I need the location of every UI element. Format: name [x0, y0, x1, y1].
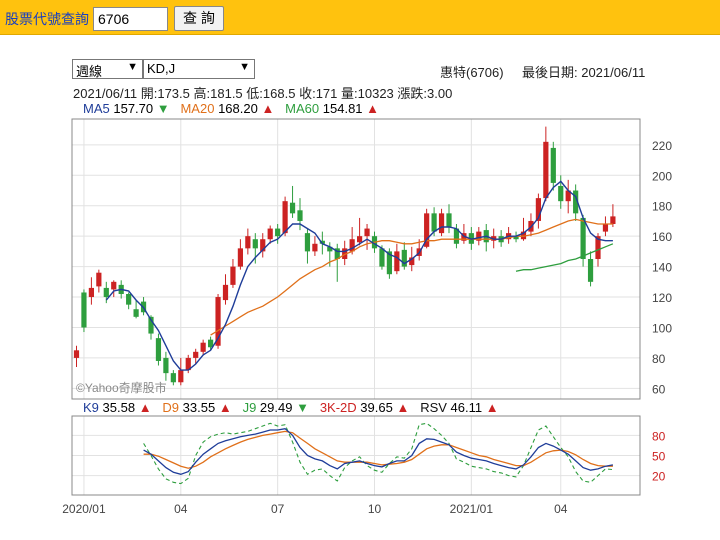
- candle-up: [111, 281, 117, 290]
- candle-up: [282, 201, 288, 234]
- candle-up: [438, 213, 445, 234]
- price-tick-label: 160: [652, 230, 672, 244]
- x-tick-label: 07: [271, 502, 285, 516]
- candle-up: [312, 243, 318, 252]
- candle-up: [200, 342, 206, 352]
- candle-down: [103, 287, 109, 298]
- candle-up: [178, 370, 184, 383]
- candle-up: [357, 236, 363, 243]
- candle-down: [252, 239, 258, 249]
- candle-down: [587, 259, 594, 282]
- x-tick-label: 2021/01: [450, 502, 494, 516]
- stock-chart: 60 80 100 120 140 160 180 200 220 20 50 80 2020/01 04…: [62, 118, 672, 516]
- j9-line: [143, 422, 613, 485]
- candle-up: [364, 228, 370, 237]
- price-tick-label: 140: [652, 261, 672, 275]
- candle-down: [155, 338, 162, 361]
- yahoo-watermark: ©Yahoo奇摩股市: [76, 380, 167, 395]
- candle-up: [245, 236, 251, 249]
- price-tick-label: 180: [652, 200, 672, 214]
- candle-down: [133, 309, 139, 317]
- x-tick-label: 10: [368, 502, 382, 516]
- candle-up: [96, 272, 102, 287]
- kd-lines: [143, 422, 614, 485]
- price-tick-label: 60: [652, 382, 666, 396]
- x-tick-label: 04: [174, 502, 188, 516]
- candle-up: [602, 224, 609, 232]
- candle-up: [610, 216, 616, 224]
- price-tick-label: 100: [652, 321, 672, 335]
- d9-line: [143, 430, 613, 469]
- candle-down: [126, 294, 132, 305]
- candles: [73, 126, 616, 386]
- candle-up: [543, 141, 549, 199]
- candle-up: [193, 351, 199, 358]
- candle-down: [304, 233, 311, 252]
- candle-up: [222, 284, 229, 301]
- price-tick-label: 120: [652, 291, 672, 305]
- candle-up: [237, 248, 243, 267]
- candle-down: [431, 213, 437, 232]
- candle-down: [550, 147, 556, 183]
- candle-up: [88, 287, 94, 298]
- candle-down: [379, 248, 385, 267]
- kd-tick-label: 50: [652, 450, 666, 464]
- candle-down: [580, 217, 586, 259]
- price-tick-label: 80: [652, 352, 666, 366]
- x-tick-label: 04: [554, 502, 568, 516]
- candle-down: [81, 292, 87, 328]
- kd-tick-label: 80: [652, 429, 666, 443]
- candle-up: [267, 228, 273, 240]
- candle-down: [170, 373, 176, 383]
- kd-tick-label: 20: [652, 470, 666, 484]
- candle-up: [73, 350, 80, 358]
- candle-down: [163, 357, 169, 374]
- candle-down: [275, 228, 281, 237]
- candle-down: [297, 210, 303, 221]
- candle-down: [446, 213, 452, 228]
- candle-down: [289, 202, 296, 214]
- candle-up: [394, 251, 400, 272]
- x-tick-label: 2020/01: [62, 502, 106, 516]
- price-tick-label: 200: [652, 169, 672, 183]
- price-tick-label: 220: [652, 139, 672, 153]
- candle-up: [230, 266, 236, 285]
- candle-down: [558, 185, 564, 202]
